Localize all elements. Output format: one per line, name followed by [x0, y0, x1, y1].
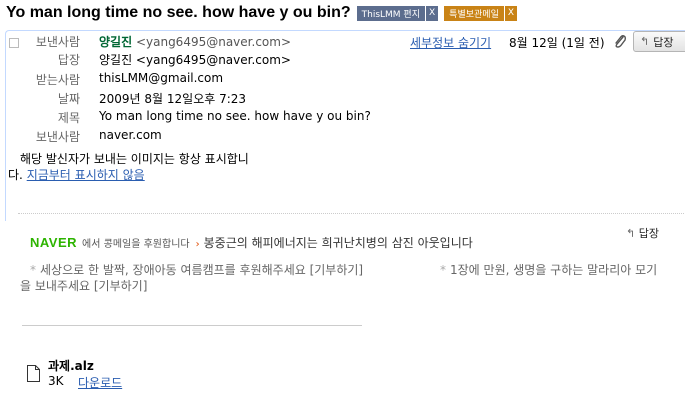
attachment-download-link[interactable]: 다운로드 — [78, 374, 122, 391]
reply-to-label: 답장 — [57, 53, 80, 67]
stop-showing-images-link[interactable]: 지금부터 표시하지 않음 — [27, 168, 145, 182]
label-special-remove[interactable]: X — [503, 5, 518, 21]
subject-value: Yo man long time no see. how have y ou b… — [99, 109, 371, 123]
to-label: 받는사람 — [35, 73, 80, 87]
date-label: 날짜 — [57, 92, 80, 106]
attachment-size: 3K — [48, 374, 64, 388]
donation-item-2[interactable]: * 1장에 만원, 생명을 구하는 말라리아 모기 — [440, 261, 657, 278]
paperclip-icon — [615, 35, 627, 48]
image-warning-text: 해당 발신자가 보내는 이미지는 항상 표시합니 — [20, 152, 249, 166]
from-label: 보낸사람 — [35, 35, 80, 49]
sender-name[interactable]: 양길진 — [99, 35, 132, 49]
image-warning-line2: 다. 지금부터 표시하지 않음 — [8, 166, 145, 183]
reply-small-link[interactable]: ↰ 답장 — [626, 225, 659, 241]
hide-details-link[interactable]: 세부정보 숨기기 — [410, 34, 491, 51]
donation-item-2-cont[interactable]: 을 보내주세요 [기부하기] — [20, 277, 147, 294]
reply-small-arrow-icon: ↰ — [626, 227, 636, 240]
mailed-by-label: 보낸사람 — [35, 130, 80, 144]
reply-button[interactable]: ↰ 답장 — [633, 31, 685, 52]
email-subject: Yo man long time no see. how have y ou b… — [6, 4, 351, 21]
bullet-icon: * — [30, 263, 36, 277]
image-warning-prefix: 다. — [8, 168, 23, 182]
donation-item-1[interactable]: * 세상으로 한 발짝, 장애아동 여름캠프를 후원해주세요 [기부하기] — [30, 261, 363, 278]
label-special-text[interactable]: 특별보관메일 — [444, 5, 504, 21]
to-value: thisLMM@gmail.com — [99, 71, 224, 85]
attachment-name: 과제.alz — [48, 359, 94, 373]
bullet-icon: * — [440, 263, 446, 277]
divider — [18, 213, 685, 214]
reply-small-label: 답장 — [638, 227, 659, 240]
label-thislmm[interactable]: ThisLMM 편지 X — [356, 5, 439, 21]
label-special[interactable]: 특별보관메일 X — [444, 5, 518, 21]
from-field: 양길진 <yang6495@naver.com> — [99, 33, 291, 50]
label-thislmm-remove[interactable]: X — [425, 5, 439, 21]
reply-button-label: 답장 — [653, 35, 674, 49]
reply-arrow-icon: ↰ — [640, 35, 650, 48]
naver-sponsor-row: NAVER 에서 콩메일을 후원합니다 › 봉중근의 해피에너지는 희귀난치병의… — [30, 234, 473, 251]
collapse-toggle-icon[interactable] — [9, 38, 19, 48]
donation-item-1-text[interactable]: 세상으로 한 발짝, 장애아동 여름캠프를 후원해주세요 [기부하기] — [40, 263, 363, 277]
chevron-right-icon: › — [195, 239, 200, 250]
mailed-by-value: naver.com — [99, 128, 162, 142]
sender-email: <yang6495@naver.com> — [135, 35, 291, 49]
file-icon — [27, 365, 40, 382]
subject-label: 제목 — [57, 111, 80, 125]
donation-item-2-text[interactable]: 1장에 만원, 생명을 구하는 말라리아 모기 — [450, 263, 657, 277]
naver-campaign-link[interactable]: 봉중근의 해피에너지는 희귀난치병의 삼진 아웃입니다 — [204, 234, 473, 251]
naver-sponsor-text: 에서 콩메일을 후원합니다 — [82, 239, 190, 250]
date-value: 2009년 8월 12일오후 7:23 — [99, 92, 247, 106]
reply-to-value: 양길진 <yang6495@naver.com> — [99, 53, 291, 67]
date-short: 8월 12일 (1일 전) — [509, 36, 605, 50]
label-thislmm-text[interactable]: ThisLMM 편지 — [356, 5, 425, 21]
subject-row: Yo man long time no see. how have y ou b… — [6, 2, 518, 24]
attachment-divider — [22, 325, 362, 326]
naver-logo[interactable]: NAVER — [30, 235, 77, 250]
